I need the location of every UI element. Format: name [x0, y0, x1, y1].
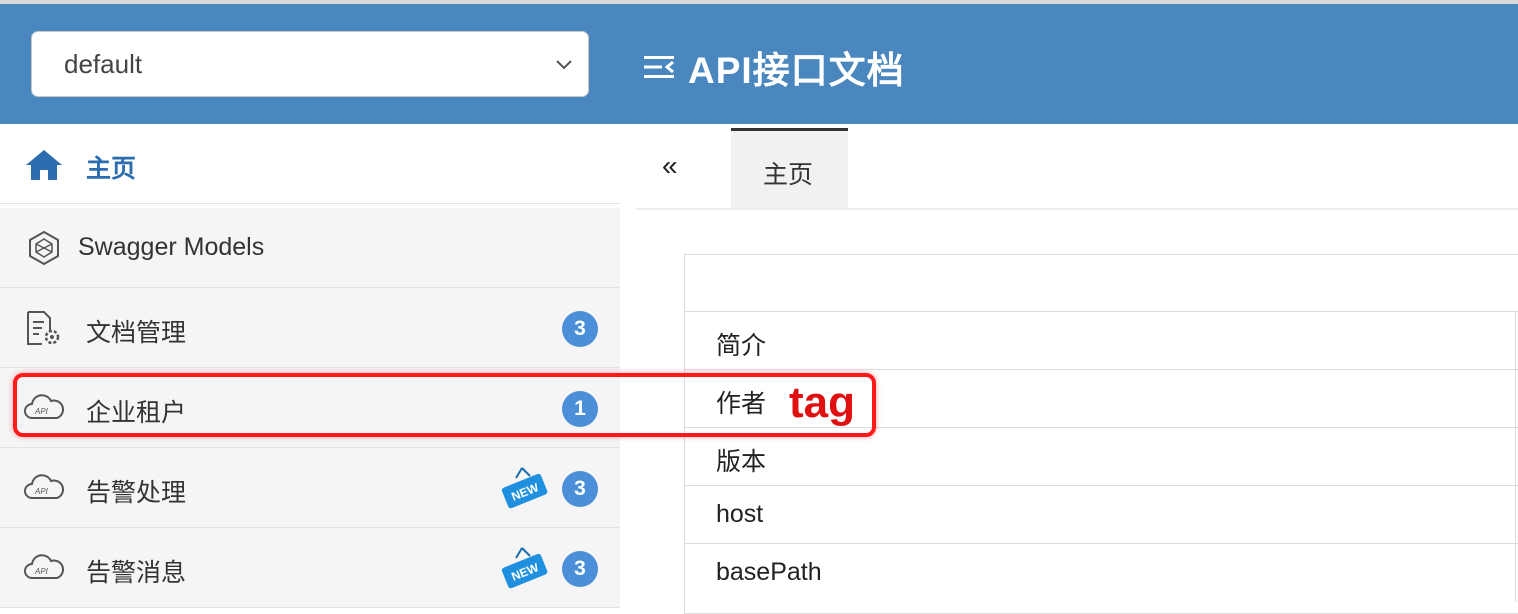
page-title-text: API接口文档	[688, 50, 905, 91]
table-row: 简介	[685, 311, 1518, 370]
sidebar-item-doc-management[interactable]: 文档管理 3	[0, 288, 620, 368]
sidebar-item-alarm-handling[interactable]: API 告警处理 NEW 3	[0, 448, 620, 528]
tab-home[interactable]: 主页	[731, 128, 848, 208]
top-border	[0, 0, 1518, 4]
column-divider	[1515, 486, 1516, 544]
sidebar-item-label: 主页	[86, 155, 137, 183]
tab-bar: « 主页	[636, 124, 1518, 210]
main-content: « 主页 简介 作者 版本 host basePath	[620, 124, 1518, 614]
count-badge: 3	[562, 471, 598, 507]
row-label: basePath	[716, 558, 822, 586]
api-cloud-icon: API	[24, 474, 64, 499]
svg-text:API: API	[34, 567, 49, 576]
sidebar-item-alarm-messages[interactable]: API 告警消息 NEW 3	[0, 528, 620, 608]
row-label: 简介	[716, 332, 767, 360]
api-cloud-icon: API	[24, 554, 64, 579]
menu-fold-icon[interactable]	[642, 52, 678, 82]
top-header: default API接口文档	[0, 0, 1518, 124]
sidebar-item-label: 告警消息	[86, 559, 187, 587]
svg-text:API: API	[34, 487, 49, 496]
sidebar-item-home[interactable]: 主页	[0, 124, 620, 204]
group-select-value: default	[64, 49, 143, 79]
sidebar-item-label: Swagger Models	[78, 233, 265, 261]
column-divider	[1515, 370, 1516, 428]
collapse-sidebar-button[interactable]: «	[662, 150, 692, 181]
row-label: 版本	[716, 448, 767, 476]
count-badge: 3	[562, 551, 598, 587]
chevron-down-icon	[556, 60, 572, 70]
table-row: host	[685, 485, 1518, 544]
sidebar: 主页 Swagger Models 文档管理 3 API 企业租户 1 API …	[0, 124, 620, 614]
table-row: basePath	[685, 543, 1518, 602]
new-badge-icon: NEW	[501, 547, 548, 589]
page-title: API接口文档	[642, 42, 905, 92]
new-badge-icon: NEW	[501, 467, 548, 509]
annotation-tag-label: tag	[789, 378, 855, 427]
sidebar-item-swagger-models[interactable]: Swagger Models	[0, 208, 620, 288]
count-badge: 3	[562, 311, 598, 347]
sidebar-item-label: 文档管理	[86, 319, 187, 347]
row-label: host	[716, 500, 764, 528]
annotation-highlight-box	[13, 373, 876, 437]
swagger-models-icon	[29, 230, 59, 266]
home-icon	[26, 150, 62, 180]
column-divider	[1515, 312, 1516, 370]
group-select[interactable]: default	[31, 31, 589, 97]
tab-label: 主页	[763, 161, 814, 189]
document-settings-icon	[27, 311, 60, 345]
column-divider	[1515, 428, 1516, 486]
column-divider	[1515, 544, 1516, 602]
sidebar-item-label: 告警处理	[86, 479, 187, 507]
